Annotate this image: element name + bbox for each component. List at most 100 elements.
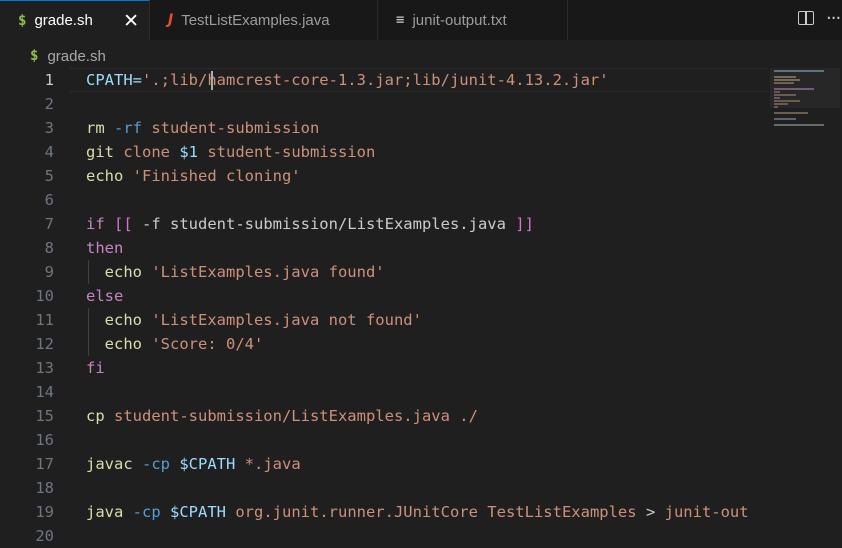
minimap-line	[774, 97, 780, 99]
minimap-line	[774, 70, 824, 72]
minimap-line	[774, 112, 808, 114]
token: echo	[86, 263, 152, 281]
more-actions-icon[interactable]: ···	[826, 8, 841, 29]
code-line-15[interactable]: cp student-submission/ListExamples.java …	[86, 404, 478, 428]
code-line-19[interactable]: java -cp $CPATH org.junit.runner.JUnitCo…	[86, 500, 749, 524]
line-number: 14	[35, 383, 54, 401]
breadcrumb[interactable]: $ grade.sh	[30, 45, 106, 67]
tab-label: grade.sh	[34, 12, 93, 29]
token: javac	[86, 455, 142, 473]
token: -cp	[132, 503, 170, 521]
minimap-line	[774, 106, 778, 108]
token: 'ListExamples.java found'	[151, 263, 385, 281]
token: then	[86, 239, 124, 257]
tab-bar: $ grade.sh ✕ J TestListExamples.java ≡ j…	[0, 0, 842, 40]
line-number: 5	[44, 167, 54, 185]
tab-label: TestListExamples.java	[181, 11, 330, 29]
token: [[	[114, 215, 133, 233]
minimap-line	[774, 82, 794, 84]
tab-junit-output-txt[interactable]: ≡ junit-output.txt	[378, 0, 568, 40]
line-number: 12	[35, 335, 54, 353]
token: 'Finished cloning'	[132, 167, 301, 185]
tab-grade-sh[interactable]: $ grade.sh ✕	[0, 0, 150, 40]
token: echo	[86, 167, 133, 185]
token: $CPATH	[179, 455, 236, 473]
token: *.java	[235, 455, 301, 473]
token: -rf	[114, 119, 142, 137]
token: org.junit.runner.JUnitCore TestListExamp…	[226, 503, 646, 521]
code-line-8[interactable]: then	[86, 236, 123, 260]
code-line-13[interactable]: fi	[86, 356, 105, 380]
token: >	[645, 503, 656, 521]
line-number: 8	[44, 239, 54, 257]
code-line-9[interactable]: echo 'ListExamples.java found'	[86, 260, 385, 284]
code-line-5[interactable]: echo 'Finished cloning'	[86, 164, 301, 188]
token: java	[86, 503, 133, 521]
shell-file-icon: $	[30, 48, 39, 64]
line-number: 4	[44, 143, 54, 161]
token: 'Score: 0/4'	[151, 335, 264, 353]
token: echo	[86, 335, 152, 353]
token: $1	[179, 143, 198, 161]
code-line-11[interactable]: echo 'ListExamples.java not found'	[86, 308, 422, 332]
code-line-12[interactable]: echo 'Score: 0/4'	[86, 332, 264, 356]
code-line-7[interactable]: if [[ -f student-submission/ListExamples…	[86, 212, 534, 236]
token: -cp	[142, 455, 180, 473]
token: junit-out	[655, 503, 749, 521]
minimap[interactable]	[770, 68, 840, 198]
code-editor[interactable]: 1 2 3 4 5 6 7 8 9 10 11 12 13 14 15 16 17 18 19 20 CPATH='.…	[0, 68, 842, 545]
line-number: 6	[44, 191, 54, 209]
java-file-icon: J	[168, 12, 174, 28]
token: if	[86, 215, 114, 233]
line-number: 13	[35, 359, 54, 377]
line-number: 11	[35, 311, 54, 329]
minimap-line	[774, 79, 800, 81]
code-line-4[interactable]: git clone $1 student-submission	[86, 140, 375, 164]
token: student-submission	[198, 143, 376, 161]
token: ]]	[515, 215, 534, 233]
code-line-10[interactable]: else	[86, 284, 123, 308]
token: -f student-submission/ListExamples.java	[132, 215, 516, 233]
token: echo	[86, 311, 152, 329]
line-number: 16	[35, 431, 54, 449]
close-icon[interactable]: ✕	[123, 10, 139, 32]
tab-testlistexamples-java[interactable]: J TestListExamples.java	[150, 0, 378, 40]
line-number: 15	[35, 407, 54, 425]
token: clone	[123, 143, 180, 161]
token: else	[86, 287, 124, 305]
code-line-3[interactable]: rm -rf student-submission	[86, 116, 319, 140]
minimap-line	[774, 103, 788, 105]
token: cp	[86, 407, 114, 425]
code-line-1[interactable]: CPATH='.;lib/hamcrest-core-1.3.jar;lib/j…	[86, 68, 609, 92]
minimap-line	[774, 124, 824, 126]
minimap-line	[774, 91, 780, 93]
split-editor-icon[interactable]	[798, 11, 814, 25]
minimap-line	[774, 100, 800, 102]
token: git	[86, 143, 124, 161]
token: $CPATH	[170, 503, 226, 521]
line-number: 20	[35, 527, 54, 545]
token: CPATH=	[86, 71, 142, 89]
line-number: 10	[35, 287, 54, 305]
minimap-line	[774, 118, 796, 120]
code-line-17[interactable]: javac -cp $CPATH *.java	[86, 452, 301, 476]
minimap-line	[774, 88, 814, 90]
token: student-submission	[142, 119, 320, 137]
token: 'ListExamples.java not found'	[151, 311, 422, 329]
line-number: 7	[44, 215, 54, 233]
shell-file-icon: $	[18, 12, 27, 29]
line-number: 2	[44, 95, 54, 113]
minimap-line	[774, 94, 796, 96]
tab-label: junit-output.txt	[412, 11, 507, 29]
token: rm	[86, 119, 114, 137]
line-number: 9	[44, 263, 54, 281]
text-file-icon: ≡	[396, 12, 405, 28]
line-number: 18	[35, 479, 54, 497]
line-number: 3	[44, 119, 54, 137]
minimap-line	[774, 76, 796, 78]
line-number: 19	[35, 503, 54, 521]
breadcrumb-file[interactable]: grade.sh	[47, 48, 105, 65]
line-number: 1	[44, 71, 54, 89]
token: student-submission/ListExamples.java ./	[114, 407, 478, 425]
token: fi	[86, 359, 105, 377]
